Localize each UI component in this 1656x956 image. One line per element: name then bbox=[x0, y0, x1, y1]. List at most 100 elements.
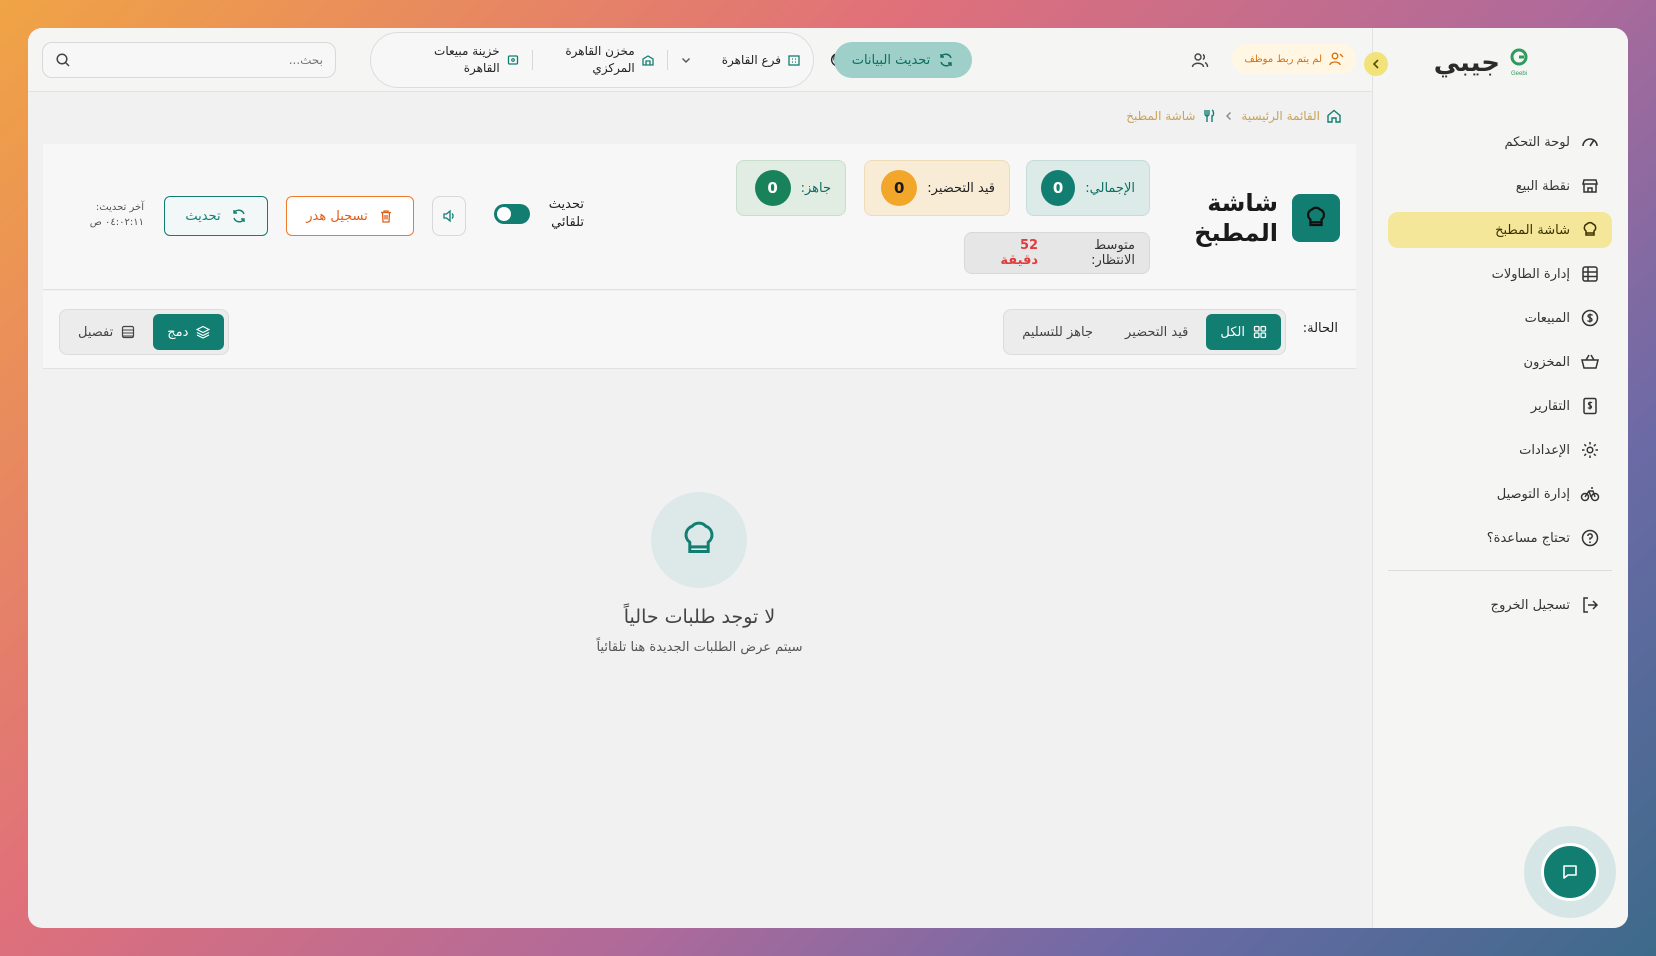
treasury-name: خزينة مبيعات القاهرة bbox=[434, 44, 500, 75]
sidebar-item-label: المخزون bbox=[1523, 354, 1570, 370]
sidebar-item-tables[interactable]: إدارة الطاولات bbox=[1388, 256, 1612, 292]
logout-icon bbox=[1583, 597, 1599, 613]
view-detail[interactable]: تفصيل bbox=[64, 314, 149, 350]
title-icon-badge bbox=[1292, 194, 1340, 242]
sidebar-item-label: لوحة التحكم bbox=[1504, 134, 1570, 150]
view-merge[interactable]: دمج bbox=[153, 314, 225, 350]
sidebar: جيبي Geebi لوحة التحكم نقطة البيع شاشة ا… bbox=[1364, 28, 1628, 928]
stat-ready-label: جاهز: bbox=[800, 180, 831, 196]
sidebar-item-delivery[interactable]: إدارة التوصيل bbox=[1388, 476, 1612, 512]
grid-icon bbox=[1253, 325, 1267, 339]
brand-logo-text: Geebi bbox=[1511, 71, 1527, 77]
chat-fab-wrapper bbox=[1524, 826, 1616, 918]
refresh-icon bbox=[232, 209, 245, 223]
user-off-icon bbox=[1329, 52, 1344, 66]
unlinked-badge-label: لم يتم ربط موظف bbox=[1244, 53, 1322, 65]
chevron-down-icon bbox=[681, 58, 690, 63]
context-divider bbox=[531, 50, 533, 70]
page-title: شاشة المطبخ bbox=[1194, 189, 1278, 247]
sidebar-nav: لوحة التحكم نقطة البيع شاشة المطبخ إدارة… bbox=[1388, 124, 1612, 631]
sidebar-item-label: المبيعات bbox=[1524, 310, 1570, 326]
sidebar-item-settings[interactable]: الإعدادات bbox=[1388, 432, 1612, 468]
sidebar-item-label: تحتاج مساعدة؟ bbox=[1486, 530, 1570, 546]
sidebar-divider bbox=[1388, 570, 1612, 571]
status-filter: الكل قيد التحضير جاهز للتسليم bbox=[1003, 309, 1286, 355]
sidebar-item-label: إدارة الطاولات bbox=[1491, 266, 1570, 282]
chat-icon bbox=[1563, 865, 1577, 879]
chef-hat-icon bbox=[1306, 206, 1326, 227]
sidebar-item-kitchen[interactable]: شاشة المطبخ bbox=[1388, 212, 1612, 248]
help-icon bbox=[1581, 529, 1599, 547]
topbar: لم يتم ربط موظف تحديث البيانات فرع القاه… bbox=[28, 28, 1372, 92]
breadcrumb: القائمة الرئيسية شاشة المطبخ bbox=[1126, 108, 1342, 124]
gauge-icon bbox=[1582, 138, 1598, 147]
stat-avg-wait: متوسط الانتظار: 52 دقيقة bbox=[964, 232, 1150, 274]
sidebar-item-reports[interactable]: التقارير bbox=[1388, 388, 1612, 424]
kitchen-header: شاشة المطبخ الإجمالي: 0 قيد التحضير: 0 ج… bbox=[43, 144, 1356, 290]
logout-button[interactable]: تسجيل الخروج bbox=[1388, 587, 1612, 623]
empty-state: لا توجد طلبات حالياً سيتم عرض الطلبات ال… bbox=[43, 370, 1356, 870]
sidebar-item-label: الإعدادات bbox=[1519, 442, 1570, 458]
branch-selector[interactable]: فرع القاهرة bbox=[668, 53, 813, 67]
filter-preparing[interactable]: قيد التحضير bbox=[1111, 314, 1202, 350]
building-icon bbox=[788, 55, 800, 66]
filter-all[interactable]: الكل bbox=[1206, 314, 1281, 350]
auto-refresh-toggle[interactable] bbox=[494, 204, 530, 224]
chat-button[interactable] bbox=[1541, 843, 1599, 901]
sidebar-item-inventory[interactable]: المخزون bbox=[1388, 344, 1612, 380]
last-update-value: ٠٤:٠٢:١١ ص bbox=[89, 217, 144, 228]
sidebar-item-dashboard[interactable]: لوحة التحكم bbox=[1388, 124, 1612, 160]
basket-icon bbox=[1581, 354, 1599, 369]
chevron-left-icon bbox=[1226, 112, 1232, 120]
view-merge-label: دمج bbox=[167, 324, 189, 340]
refresh-button[interactable]: تحديث bbox=[164, 196, 268, 236]
sidebar-collapse-button[interactable] bbox=[1364, 52, 1388, 76]
sidebar-item-help[interactable]: تحتاج مساعدة؟ bbox=[1388, 520, 1612, 556]
auto-refresh: تحديث تلقائي bbox=[494, 196, 584, 232]
utensils-icon bbox=[1204, 109, 1215, 122]
stat-wait-value: 52 دقيقة bbox=[1000, 238, 1039, 268]
refresh-data-button[interactable]: تحديث البيانات bbox=[834, 42, 972, 78]
chef-hat-icon bbox=[1583, 221, 1597, 236]
home-icon bbox=[1327, 109, 1341, 123]
chevron-left-icon bbox=[1372, 59, 1379, 69]
empty-state-icon-badge bbox=[651, 492, 747, 588]
brand-logo-icon: Geebi bbox=[1510, 48, 1528, 77]
refresh-label: تحديث bbox=[185, 208, 221, 224]
users-icon bbox=[1191, 53, 1209, 68]
users-button[interactable] bbox=[1188, 48, 1212, 72]
breadcrumb-home[interactable]: القائمة الرئيسية bbox=[1241, 109, 1320, 123]
sidebar-item-label: إدارة التوصيل bbox=[1496, 486, 1570, 502]
app-window: جيبي Geebi لوحة التحكم نقطة البيع شاشة ا… bbox=[28, 28, 1628, 928]
view-mode-toggle: دمج تفصيل bbox=[59, 309, 230, 355]
receipt-icon bbox=[1583, 397, 1597, 415]
view-detail-label: تفصيل bbox=[78, 324, 114, 340]
treasury-selector[interactable]: خزينة مبيعات القاهرة bbox=[398, 43, 532, 77]
layers-icon bbox=[196, 325, 211, 339]
sound-button[interactable] bbox=[432, 196, 466, 236]
gear-icon bbox=[1582, 442, 1598, 458]
safe-icon bbox=[507, 55, 518, 65]
sidebar-item-pos[interactable]: نقطة البيع bbox=[1388, 168, 1612, 204]
search-input[interactable] bbox=[79, 53, 323, 67]
refresh-icon bbox=[940, 53, 952, 67]
stat-preparing-value: 0 bbox=[881, 170, 918, 206]
filter-ready[interactable]: جاهز للتسليم bbox=[1008, 314, 1107, 350]
store-icon bbox=[1582, 179, 1598, 193]
context-selector: فرع القاهرة مخزن القاهرة المركزي خزينة م… bbox=[370, 32, 814, 88]
last-update: آخر تحديث: ٠٤:٠٢:١١ ص bbox=[84, 200, 144, 230]
sidebar-item-sales[interactable]: المبيعات bbox=[1388, 300, 1612, 336]
list-icon bbox=[122, 325, 135, 339]
stat-preparing: قيد التحضير: 0 bbox=[864, 160, 1010, 216]
unlinked-employee-badge[interactable]: لم يتم ربط موظف bbox=[1232, 44, 1356, 74]
refresh-data-label: تحديث البيانات bbox=[851, 52, 931, 68]
search-box bbox=[42, 42, 336, 78]
record-waste-button[interactable]: تسجيل هدر bbox=[286, 196, 414, 236]
brand: جيبي Geebi bbox=[1434, 48, 1532, 78]
warehouse-selector[interactable]: مخزن القاهرة المركزي bbox=[533, 43, 667, 77]
chef-hat-icon bbox=[684, 521, 714, 553]
empty-state-title: لا توجد طلبات حالياً bbox=[623, 606, 776, 628]
speaker-icon bbox=[443, 209, 454, 223]
filter-preparing-label: قيد التحضير bbox=[1125, 324, 1189, 340]
stat-preparing-label: قيد التحضير: bbox=[927, 180, 995, 196]
